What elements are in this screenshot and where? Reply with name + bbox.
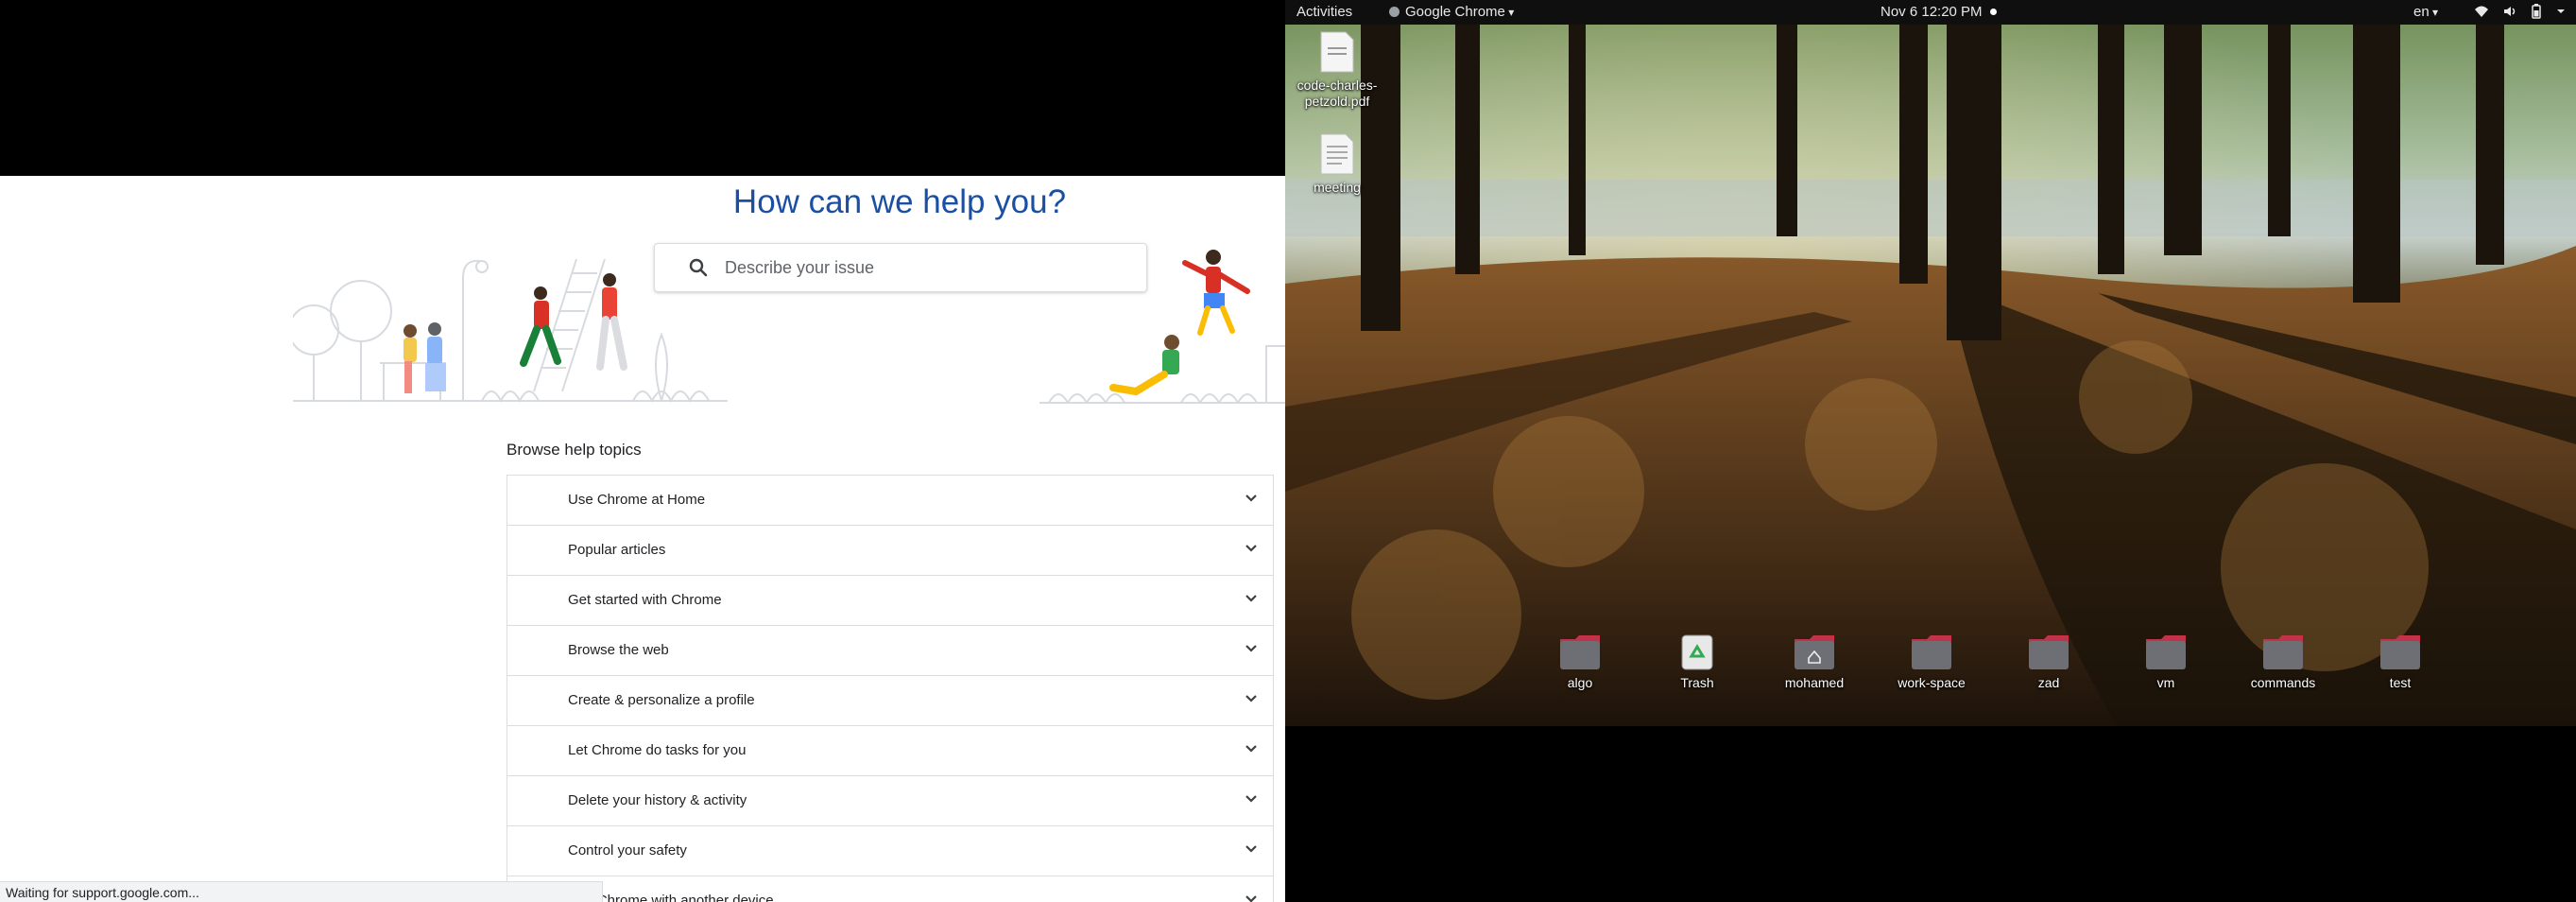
text-file-icon xyxy=(1320,133,1354,175)
search-icon xyxy=(689,258,708,277)
topic-delete-history[interactable]: Delete your history & activity xyxy=(507,776,1274,826)
folder-icon xyxy=(2263,635,2303,669)
desktop-folder-test[interactable]: test xyxy=(2358,633,2443,691)
clock-button[interactable]: Nov 6 12:20 PM xyxy=(1880,4,1997,20)
desktop-folder-zad[interactable]: zad xyxy=(2006,633,2091,691)
folder-name: work-space xyxy=(1898,675,1966,690)
folder-name: zad xyxy=(2037,675,2060,690)
battery-icon xyxy=(2532,4,2541,19)
help-page: How can we help you? Describe your issue… xyxy=(0,176,1285,902)
browse-topics-heading: Browse help topics xyxy=(507,441,642,459)
chevron-down-icon xyxy=(1245,545,1257,552)
input-language-button[interactable]: en xyxy=(2413,4,2438,20)
file-name: meeting xyxy=(1314,180,1361,195)
trash-label: Trash xyxy=(1680,675,1714,690)
topic-label: Get started with Chrome xyxy=(568,592,722,608)
app-menu-label: Google Chrome xyxy=(1405,4,1514,20)
folder-name: vm xyxy=(2156,675,2175,690)
topic-create-profile[interactable]: Create & personalize a profile xyxy=(507,676,1274,726)
home-folder-icon xyxy=(1795,635,1834,669)
gnome-top-bar: Activities Google Chrome Nov 6 12:20 PM … xyxy=(1285,0,2576,25)
browser-status-bubble: Waiting for support.google.com... xyxy=(0,881,603,902)
system-menu-icon xyxy=(2557,9,2565,13)
folder-name: commands xyxy=(2250,675,2316,690)
volume-icon xyxy=(2504,7,2516,16)
topic-label: Popular articles xyxy=(568,542,666,558)
chevron-down-icon xyxy=(1245,895,1257,902)
clock-label: Nov 6 12:20 PM xyxy=(1880,4,1983,20)
chevron-down-icon xyxy=(1245,745,1257,753)
file-name: code-charles-petzold.pdf xyxy=(1297,78,1378,109)
desktop-folder-mohamed[interactable]: mohamed xyxy=(1772,633,1857,691)
page-title: How can we help you? xyxy=(732,183,1067,220)
topic-use-chrome-at-home[interactable]: Use Chrome at Home xyxy=(507,476,1274,526)
folder-name: test xyxy=(2389,675,2412,690)
topic-label: Let Chrome do tasks for you xyxy=(568,742,747,758)
system-tray[interactable] xyxy=(2474,4,2567,19)
desktop-folder-vm[interactable]: vm xyxy=(2123,633,2208,691)
topic-browse-the-web[interactable]: Browse the web xyxy=(507,626,1274,676)
chevron-down-icon xyxy=(1245,695,1257,703)
topic-popular-articles[interactable]: Popular articles xyxy=(507,526,1274,576)
desktop[interactable]: Activities Google Chrome Nov 6 12:20 PM … xyxy=(1285,0,2576,726)
desktop-file-code-charles-petzold[interactable]: code-charles-petzold.pdf xyxy=(1295,30,1380,110)
folder-icon xyxy=(2029,635,2069,669)
offscreen-area xyxy=(1285,726,2576,902)
trash-icon xyxy=(1681,634,1713,670)
chevron-down-icon xyxy=(1245,595,1257,602)
topic-get-started[interactable]: Get started with Chrome xyxy=(507,576,1274,626)
topic-label: Create & personalize a profile xyxy=(568,692,755,708)
desktop-file-meeting[interactable]: meeting xyxy=(1295,132,1380,196)
folder-name: algo xyxy=(1567,675,1593,690)
chevron-down-icon xyxy=(1245,645,1257,652)
topic-label: Use Chrome at Home xyxy=(568,492,706,508)
folder-name: mohamed xyxy=(1784,675,1845,690)
forest-wallpaper xyxy=(1285,0,2576,726)
topic-label: Browse the web xyxy=(568,642,669,658)
topic-another-device[interactable]: Use Chrome with another device xyxy=(507,876,1274,902)
chevron-down-icon xyxy=(1245,845,1257,853)
topic-control-safety[interactable]: Control your safety xyxy=(507,826,1274,876)
wifi-icon xyxy=(2475,6,2488,17)
browser-offscreen-area xyxy=(0,0,1285,176)
topic-chrome-tasks[interactable]: Let Chrome do tasks for you xyxy=(507,726,1274,776)
folder-icon xyxy=(1912,635,1951,669)
folder-icon xyxy=(2146,635,2186,669)
topic-label: Delete your history & activity xyxy=(568,792,747,808)
desktop-folder-commands[interactable]: commands xyxy=(2241,633,2326,691)
help-illustration-right xyxy=(1039,250,1285,406)
help-topics-list: Use Chrome at Home Popular articles Get … xyxy=(507,475,1274,902)
chrome-icon xyxy=(1389,7,1400,17)
activities-button[interactable]: Activities xyxy=(1297,4,1352,20)
desktop-trash[interactable]: Trash xyxy=(1655,633,1740,691)
folder-icon xyxy=(2380,635,2420,669)
desktop-folder-algo[interactable]: algo xyxy=(1537,633,1623,691)
desktop-folder-work-space[interactable]: work-space xyxy=(1889,633,1974,691)
notification-dot-icon xyxy=(1989,9,1997,15)
chevron-down-icon xyxy=(1245,494,1257,502)
app-menu-button[interactable]: Google Chrome xyxy=(1389,4,1514,20)
folder-icon xyxy=(1560,635,1600,669)
chevron-down-icon xyxy=(1245,795,1257,803)
topic-label: Control your safety xyxy=(568,842,687,859)
pdf-file-icon xyxy=(1320,31,1354,73)
